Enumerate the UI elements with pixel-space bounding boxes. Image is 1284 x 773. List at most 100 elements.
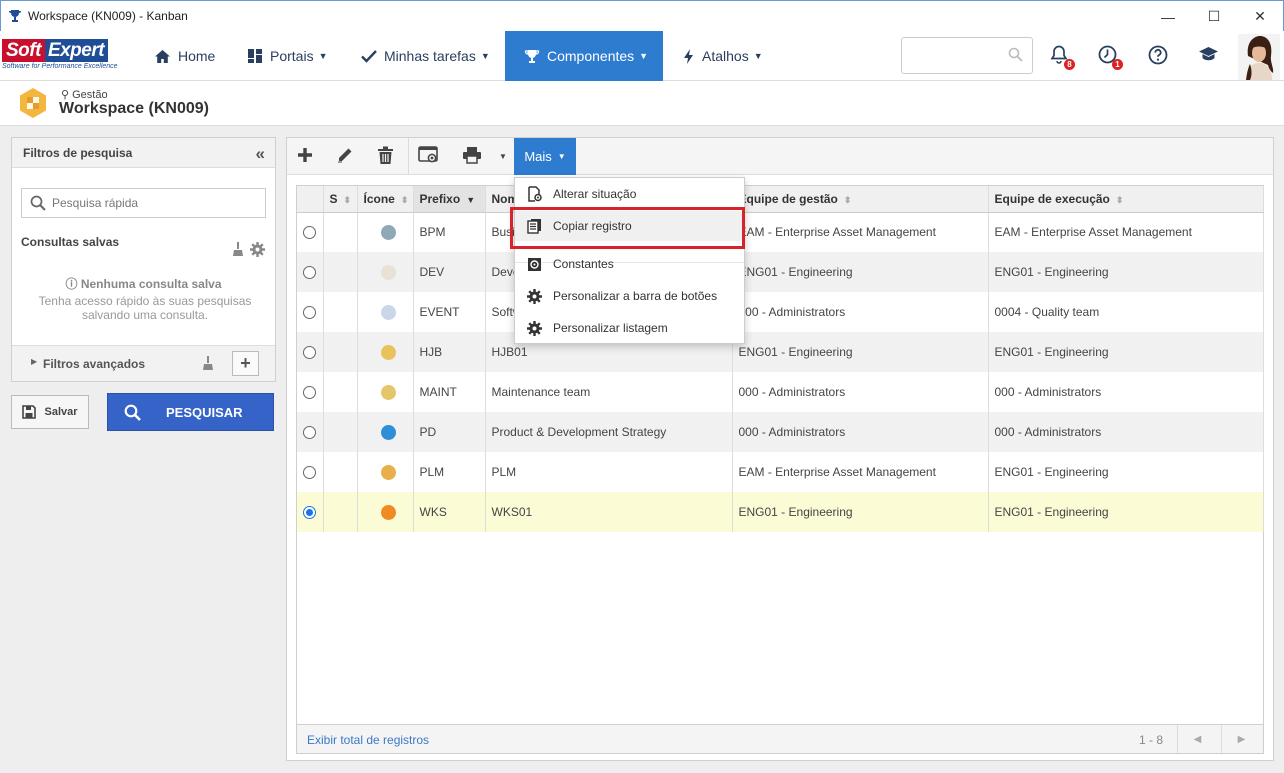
toolbar-divider [408,138,409,175]
advanced-filters[interactable]: ▶ Filtros avançados + [12,345,275,381]
user-avatar[interactable] [1238,34,1280,80]
col-prefix[interactable]: Prefixo ▼ [413,186,486,213]
edit-button[interactable] [327,138,363,175]
row-radio-button[interactable] [303,266,316,280]
tasks-button[interactable]: 1 [1095,44,1123,70]
show-total-link[interactable]: Exibir total de registros [307,733,429,747]
results-grid: S ⬍ Ícone ⬍ Prefixo ▼ Nome Equipe de gestão… [296,185,1264,754]
nav-minhas-tarefas-label: Minhas tarefas [384,48,476,64]
gear-icon[interactable] [250,242,265,260]
row-mgmt-team: ENG01 - Engineering [732,252,989,292]
no-saved-description: Tenha acesso rápido às suas pesquisas sa… [38,294,252,322]
col-status[interactable]: S ⬍ [323,186,358,213]
chevron-down-icon: ▼ [557,152,566,161]
row-exec-team: ENG01 - Engineering [988,332,1264,372]
col-exec-team[interactable]: Equipe de execução ⬍ [988,186,1264,213]
table-row[interactable]: MAINT Maintenance team 000 - Administrator… [297,372,1264,412]
add-button[interactable] [287,138,323,175]
trash-icon [377,146,394,168]
change-status-icon [515,186,553,202]
table-row[interactable]: BPMBusiness Process ManagementEAM - Ente… [297,212,1264,252]
delete-button[interactable] [367,138,403,175]
row-mgmt-team: 000 - Administrators [732,412,989,452]
nav-minhas-tarefas[interactable]: Minhas tarefas ▼ [361,31,490,81]
check-icon [361,49,377,63]
search-button[interactable]: PESQUISAR [107,393,274,431]
softexpert-logo[interactable]: Soft Expert Software for Performance Exc… [2,39,132,75]
more-menu-button[interactable]: Mais ▼ [514,138,576,175]
record-icon [380,344,396,360]
close-button[interactable]: ✕ [1237,1,1283,32]
row-radio [297,372,324,412]
menu-item-personalizar-listagem[interactable]: Personalizar listagem [515,313,744,343]
global-search-input[interactable] [901,37,1033,74]
row-radio [297,292,324,332]
row-prefix: BPM [413,212,486,252]
table-row[interactable]: EVENTSoftware Event000 - Administrators0… [297,292,1264,332]
row-radio-button[interactable] [303,466,316,480]
pencil-icon [336,146,354,167]
col-mgmt-team[interactable]: Equipe de gestão ⬍ [732,186,989,213]
col-icon[interactable]: Ícone ⬍ [357,186,414,213]
row-radio-button[interactable] [303,506,316,520]
save-button[interactable]: Salvar [11,395,89,429]
window-title: Workspace (KN009) - Kanban [28,9,188,23]
row-radio-button[interactable] [303,386,316,400]
search-label: PESQUISAR [166,404,243,420]
prev-page-button[interactable]: ◀ [1177,725,1217,753]
row-exec-team: ENG01 - Engineering [988,492,1264,532]
table-row[interactable]: PLM PLM EAM - Enterprise Asset Management E… [297,452,1264,492]
row-exec-team: ENG01 - Engineering [988,252,1264,292]
maximize-button[interactable]: ☐ [1191,1,1237,32]
learning-button[interactable] [1196,44,1220,68]
table-row[interactable]: WKS WKS01 ENG01 - Engineering ENG01 - Engin… [297,492,1264,532]
minimize-button[interactable]: — [1145,1,1191,32]
quick-search-input[interactable]: Pesquisa rápida [21,188,266,218]
row-radio [297,252,324,292]
top-navbar: Soft Expert Software for Performance Exc… [0,31,1284,81]
broom-icon[interactable] [202,356,214,374]
collapse-panel-icon[interactable]: « [256,144,265,164]
nav-home[interactable]: Home [154,31,215,81]
no-saved-queries: ⓘ Nenhuma consulta salva [12,275,275,292]
row-prefix: EVENT [413,292,486,332]
nav-atalhos[interactable]: Atalhos ▼ [683,31,763,81]
bolt-icon [683,48,695,64]
nav-portais[interactable]: Portais ▼ [248,31,328,81]
view-button[interactable] [411,138,447,175]
print-button[interactable] [454,138,490,175]
notifications-button[interactable]: 8 [1047,44,1075,70]
help-button[interactable] [1146,44,1170,68]
row-radio-button[interactable] [303,226,316,240]
row-name: WKS01 [485,492,733,532]
col-select [297,186,324,213]
nav-componentes[interactable]: Componentes ▼ [505,31,663,81]
record-icon [380,504,396,520]
record-icon [380,264,396,280]
logo-soft: Soft [2,39,45,62]
sort-icon: ⬍ [400,194,409,205]
table-row[interactable]: DEVDevelopmentENG01 - EngineeringENG01 -… [297,252,1264,292]
table-row[interactable]: PD Product & Development Strategy 000 - Ad… [297,412,1264,452]
menu-item-personalizar-barra[interactable]: Personalizar a barra de botões [515,281,744,311]
row-radio-button[interactable] [303,346,316,360]
row-exec-team: 000 - Administrators [988,372,1264,412]
help-icon [1148,45,1168,68]
next-page-button[interactable]: ▶ [1221,725,1261,753]
print-dropdown-icon[interactable]: ▼ [496,138,510,175]
record-icon [380,304,396,320]
menu-item-constantes[interactable]: Constantes [515,249,744,279]
menu-item-label: Personalizar listagem [553,321,668,335]
table-row[interactable]: HJB HJB01 ENG01 - Engineering ENG01 - Engin… [297,332,1264,372]
add-filter-button[interactable]: + [232,351,259,376]
row-status [323,252,358,292]
menu-item-label: Personalizar a barra de botões [553,289,718,303]
row-name: PLM [485,452,733,492]
row-icon [357,332,414,372]
row-radio-button[interactable] [303,426,316,440]
page-header: ⚲ Gestão Workspace (KN009) [0,82,1284,126]
advanced-filters-label: Filtros avançados [43,357,146,371]
row-radio-button[interactable] [303,306,316,320]
broom-icon[interactable] [232,242,244,260]
menu-item-alterar-situacao[interactable]: Alterar situação [515,179,744,209]
